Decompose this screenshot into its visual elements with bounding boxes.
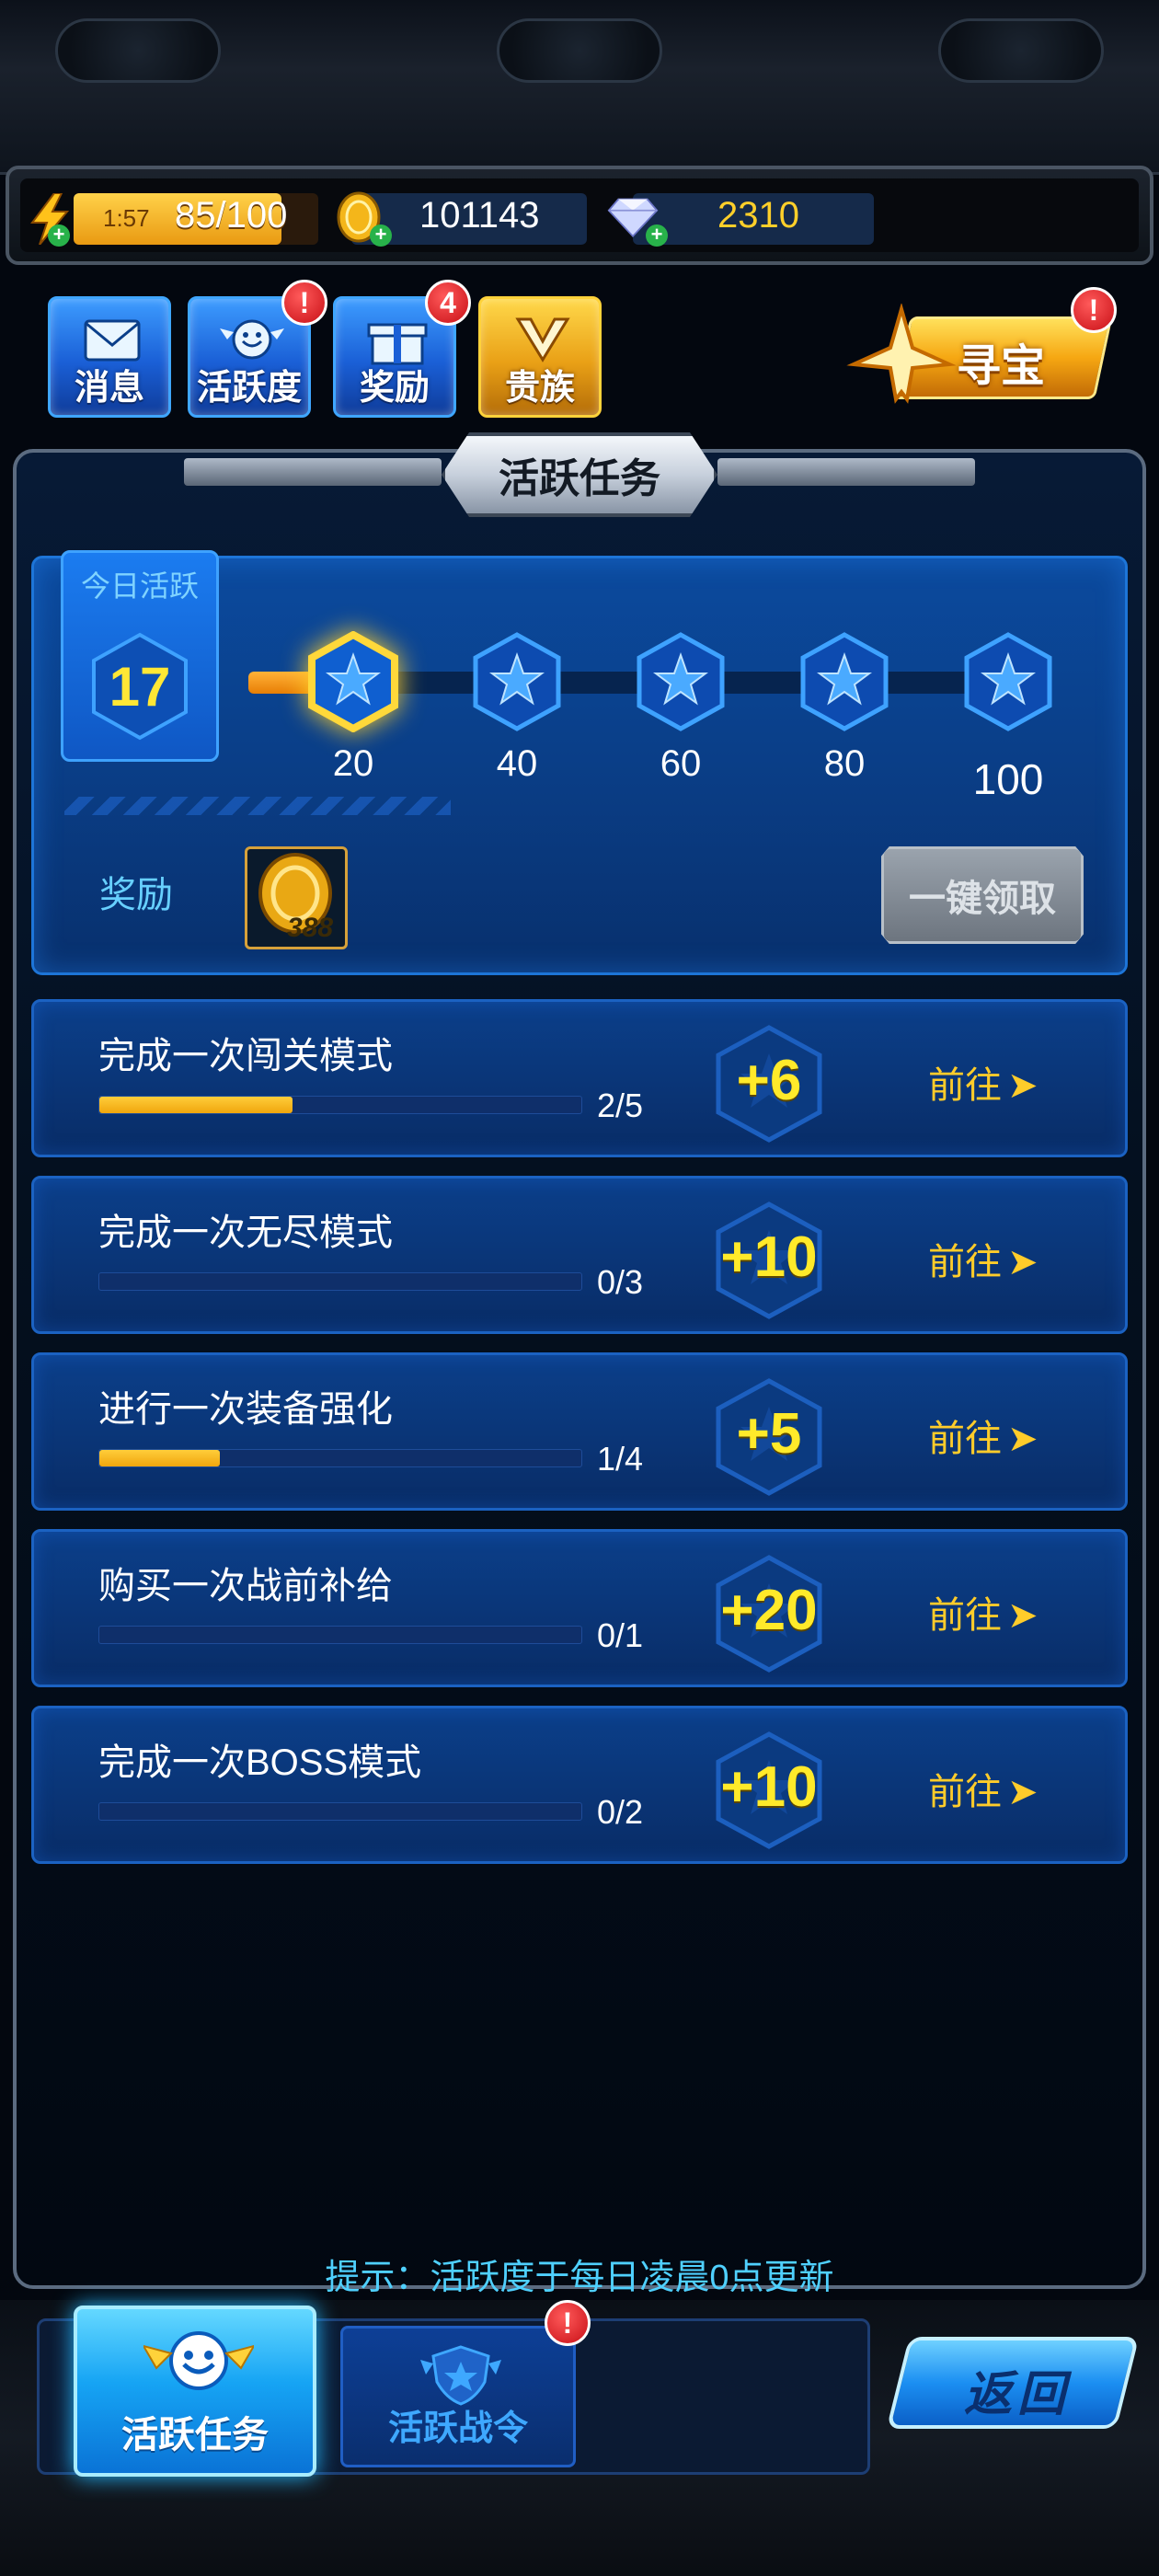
chevron-right-icon: ➤ [1007, 1242, 1039, 1282]
smiley-wings-icon [143, 2331, 254, 2390]
task-go-button[interactable]: 前往 ➤ [928, 1232, 1039, 1285]
chevron-right-icon: ➤ [1007, 1065, 1039, 1106]
task-progress-count: 0/1 [597, 1616, 644, 1654]
task-row: 完成一次无尽模式 0/3 +10 前往 ➤ [31, 1176, 1128, 1334]
task-row: 完成一次BOSS模式 0/2 +10 前往 ➤ [31, 1706, 1128, 1864]
add-energy-icon[interactable]: + [48, 224, 70, 247]
task-name: 完成一次闯关模式 [98, 1036, 393, 1076]
add-coins-icon[interactable]: + [370, 224, 392, 247]
task-points: +5 [736, 1402, 802, 1466]
task-points: +6 [736, 1049, 802, 1112]
task-progress-bar [98, 1272, 582, 1291]
milestone-label: 80 [823, 743, 866, 784]
rewards-count-badge: 4 [425, 280, 471, 326]
title-wing-left [184, 458, 442, 486]
messages-label: 消息 [74, 369, 144, 408]
task-points: +20 [720, 1579, 818, 1642]
today-activity-label: 今日活跃 [80, 569, 199, 603]
activity-label: 活跃度 [196, 369, 302, 408]
milestone-star-icon[interactable] [958, 631, 1059, 732]
task-go-button[interactable]: 前往 ➤ [928, 1055, 1039, 1109]
back-button[interactable]: 返回 [886, 2328, 1146, 2447]
task-points: +10 [720, 1225, 818, 1289]
task-progress-count: 0/2 [597, 1793, 644, 1831]
task-progress-count: 1/4 [597, 1440, 644, 1478]
activity-alert-badge: ! [281, 280, 327, 326]
chevron-right-icon: ➤ [1007, 1595, 1039, 1636]
task-progress-count: 0/3 [597, 1263, 644, 1301]
reward-amount: 388 [287, 913, 334, 943]
task-row: 进行一次装备强化 1/4 +5 前往 ➤ [31, 1352, 1128, 1511]
task-name: 完成一次无尽模式 [98, 1213, 393, 1253]
vent-decoration [55, 18, 221, 83]
task-row: 购买一次战前补给 0/1 +20 前往 ➤ [31, 1529, 1128, 1687]
tab-active-tasks[interactable]: 活跃任务 [74, 2306, 316, 2477]
vent-decoration [497, 18, 662, 83]
task-progress-fill [99, 1097, 293, 1113]
milestone-label: 60 [660, 743, 702, 784]
task-row: 完成一次闯关模式 2/5 +6 前往 ➤ [31, 999, 1128, 1157]
task-go-button[interactable]: 前往 ➤ [928, 1409, 1039, 1462]
milestone-star-icon[interactable] [630, 631, 731, 732]
energy-value: 85/100 [175, 195, 288, 236]
chevron-right-icon: ➤ [1007, 1419, 1039, 1459]
task-progress-fill [99, 1450, 220, 1466]
vent-decoration [938, 18, 1104, 83]
task-go-label: 前往 [928, 1595, 1002, 1636]
panel-title: 活跃任务 [442, 432, 717, 517]
treasure-hunt-label: 寻宝 [957, 342, 1046, 391]
title-wing-right [717, 458, 975, 486]
task-progress-bar [98, 1449, 582, 1467]
milestone-label: 100 [972, 755, 1044, 803]
task-name: 完成一次BOSS模式 [98, 1742, 422, 1783]
back-label: 返回 [964, 2368, 1072, 2421]
stripe-decoration [64, 797, 451, 815]
fighter-jet-icon [846, 304, 957, 404]
task-progress-bar [98, 1802, 582, 1821]
treasure-alert-badge: ! [1071, 287, 1117, 333]
milestone-star-icon[interactable] [303, 631, 404, 732]
rewards-label: 奖励 [359, 369, 430, 408]
coin-value: 101143 [419, 195, 540, 236]
top-frame [0, 0, 1159, 175]
today-activity-value: 17 [109, 656, 171, 718]
task-name: 进行一次装备强化 [98, 1389, 393, 1430]
noble-button[interactable]: 贵族 [478, 296, 602, 418]
chevron-right-icon: ➤ [1007, 1772, 1039, 1812]
tab-active-tasks-label: 活跃任务 [121, 2415, 269, 2455]
task-go-label: 前往 [928, 1772, 1002, 1812]
milestone-star-icon[interactable] [794, 631, 895, 732]
reward-label: 奖励 [99, 875, 173, 915]
diamond-value: 2310 [717, 195, 799, 236]
task-progress-bar [98, 1096, 582, 1114]
milestone-label: 20 [332, 743, 374, 784]
task-go-button[interactable]: 前往 ➤ [928, 1585, 1039, 1639]
energy-timer: 1:57 [103, 204, 150, 232]
battle-pass-alert-badge: ! [545, 2300, 591, 2346]
task-go-label: 前往 [928, 1065, 1002, 1106]
task-name: 购买一次战前补给 [98, 1566, 393, 1606]
milestone-star-icon[interactable] [466, 631, 568, 732]
task-go-button[interactable]: 前往 ➤ [928, 1762, 1039, 1815]
tab-battle-pass-label: 活跃战令 [387, 2409, 528, 2448]
reset-tip: 提示：活跃度于每日凌晨0点更新 [325, 2259, 834, 2297]
milestone-label: 40 [496, 743, 538, 784]
noble-label: 贵族 [504, 369, 575, 408]
task-progress-count: 2/5 [597, 1087, 644, 1124]
add-diamonds-icon[interactable]: + [646, 224, 668, 247]
task-go-label: 前往 [928, 1242, 1002, 1282]
task-points: +10 [720, 1755, 818, 1819]
tab-battle-pass[interactable]: 活跃战令 [340, 2326, 576, 2467]
shield-star-icon [420, 2345, 501, 2406]
messages-button[interactable]: 消息 [48, 296, 171, 418]
claim-all-button[interactable]: 一键领取 [881, 846, 1084, 944]
task-progress-bar [98, 1626, 582, 1644]
task-go-label: 前往 [928, 1419, 1002, 1459]
